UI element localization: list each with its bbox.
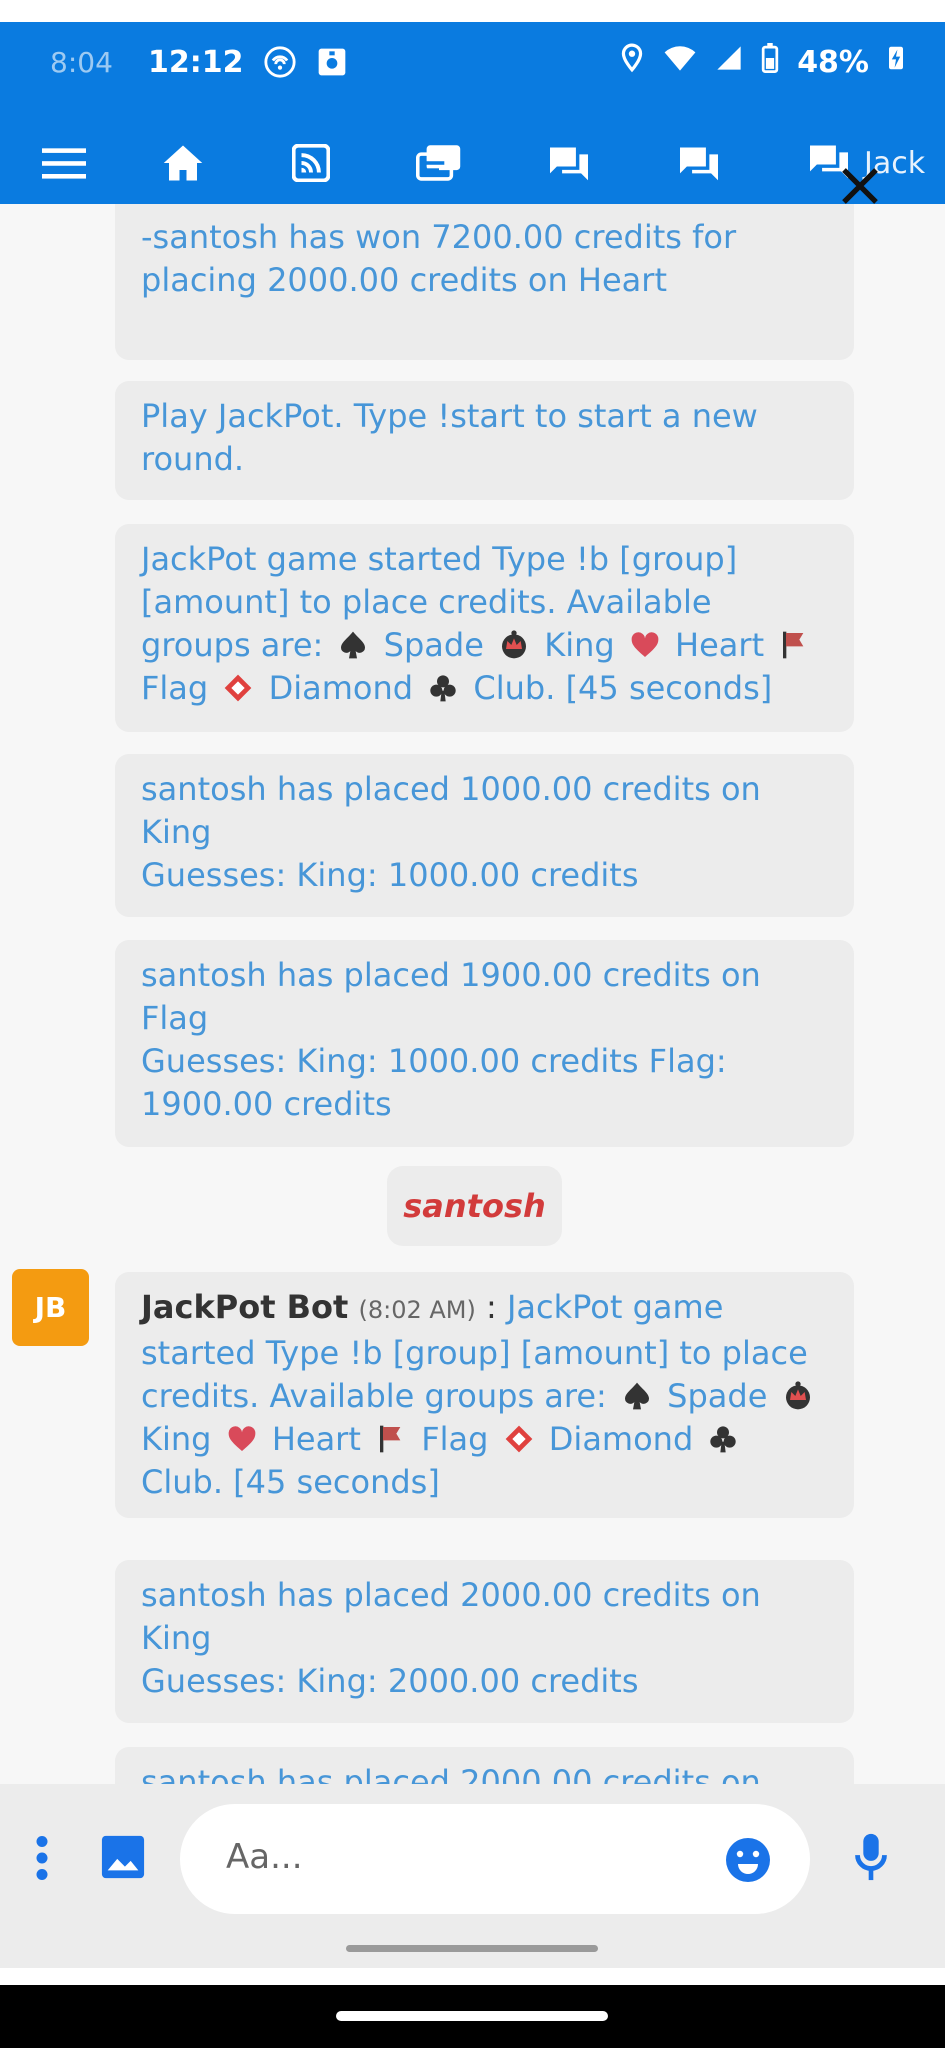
message-text: groups are: [141,626,324,664]
message-line: JackPot Bot (8:02 AM) : JackPot game [141,1286,828,1332]
app-bar: 8:04 12:12 48% Jack [0,22,945,204]
message-line: credits. Available groups are: Spade [141,1375,828,1418]
more-options-icon[interactable] [34,1836,50,1884]
hotspot-icon [263,22,297,102]
chat-message: santosh has placed 2000.00 credits on [115,1747,854,1784]
message-line: Flag Diamond Club. [45 seconds] [141,667,828,710]
message-text: Heart [271,1420,361,1458]
chat-message: santosh has placed 2000.00 credits on Ki… [115,1560,854,1723]
sender-label[interactable]: santosh [387,1166,562,1246]
message-line: JackPot game started Type !b [group] [141,540,738,578]
message-text: King [544,626,615,664]
message-line: Guesses: King: 1000.00 credits Flag: [141,1042,727,1080]
message-text: JackPot game [506,1288,724,1326]
message-text: King [141,1420,212,1458]
spade-icon [625,1382,649,1410]
message-line: Guesses: King: 2000.00 credits [141,1662,639,1700]
chat-bubbles-icon[interactable] [416,122,462,204]
message-line: Club. [45 seconds] [141,1463,440,1501]
message-text: Spade [667,1377,768,1415]
tab-bar: Jack [0,122,945,204]
message-line: King [141,813,212,851]
message-composer: Aa... [0,1784,945,1968]
king-crown-icon [502,630,527,659]
heart-icon [228,1426,256,1451]
heart-icon [631,632,659,657]
home-gesture-handle[interactable] [336,2011,608,2021]
flag-icon [380,1425,401,1453]
message-line: groups are: Spade King Heart [141,624,828,667]
message-line: King Heart Flag Diamond [141,1418,828,1461]
message-time: (8:02 AM) [358,1296,476,1324]
king-crown-icon [785,1381,810,1410]
message-line: [amount] to place credits. Available [141,583,712,621]
message-line: 1900.00 credits [141,1085,392,1123]
close-icon[interactable] [836,162,884,210]
chat-icon[interactable] [678,122,720,204]
diamond-icon [225,674,252,702]
club-icon [430,675,456,702]
message-text: Flag [141,669,209,707]
message-line: santosh has placed 2000.00 credits on [141,1576,761,1614]
battery-icon [761,43,779,81]
message-line: King [141,1619,212,1657]
signal-icon [715,44,743,80]
message-line: -santosh has won 7200.00 credits for [141,218,737,256]
message-text: Heart [675,626,765,664]
message-line: Guesses: King: 1000.00 credits [141,856,639,894]
battery-percent: 48% [797,44,869,80]
message-line: Play JackPot. Type !start to start a new [141,397,758,435]
message-line: santosh has placed 2000.00 credits on [141,1763,761,1784]
message-input[interactable]: Aa... [180,1804,810,1914]
message-line: placing 2000.00 credits on Heart [141,261,667,299]
diamond-icon [505,1425,532,1453]
top-strip [0,0,945,22]
message-line: santosh has placed 1900.00 credits on [141,956,761,994]
wifi-icon [663,44,697,80]
chat-message: JackPot game started Type !b [group] [am… [115,524,854,732]
flag-icon [783,631,804,659]
status-time: 12:12 [148,44,244,80]
status-right-group: 48% [619,22,905,102]
message-text: Diamond [548,1420,694,1458]
message-input-placeholder: Aa... [226,1837,303,1877]
emoji-icon[interactable] [724,1836,772,1888]
message-line: round. [141,440,245,478]
chat-message-bot: JackPot Bot (8:02 AM) : JackPot game sta… [115,1272,854,1518]
spade-icon [341,631,366,659]
location-icon [619,43,645,81]
chat-message: santosh has placed 1000.00 credits on Ki… [115,754,854,917]
message-line: started Type !b [group] [amount] to plac… [141,1334,808,1372]
message-line: santosh has placed 1000.00 credits on [141,770,761,808]
message-text: Club. [45 seconds] [473,669,773,707]
charging-icon [887,44,905,80]
message-text: Flag [421,1420,489,1458]
keyboard-handle [346,1945,598,1952]
home-icon[interactable] [162,122,204,204]
chat-icon[interactable] [548,122,590,204]
feed-icon[interactable] [292,122,330,204]
chat-message: Play JackPot. Type !start to start a new… [115,381,854,500]
chat-area: -santosh has won 7200.00 credits for pla… [0,204,945,1784]
message-line: Flag [141,999,209,1037]
sender-name[interactable]: JackPot Bot [141,1288,348,1326]
club-icon [710,1426,737,1453]
message-text: Spade [383,626,484,664]
menu-icon[interactable] [42,122,86,204]
message-text: Diamond [268,669,414,707]
notification-app-icon [316,22,348,102]
status-time-underlay: 8:04 [50,45,113,79]
image-icon[interactable] [100,1834,146,1884]
avatar[interactable]: JB [12,1269,89,1346]
chat-message: -santosh has won 7200.00 credits for pla… [115,204,854,360]
chat-message: santosh has placed 1900.00 credits on Fl… [115,940,854,1147]
message-text: credits. Available groups are: [141,1377,607,1415]
separator: : [486,1288,497,1326]
microphone-icon[interactable] [853,1832,889,1886]
